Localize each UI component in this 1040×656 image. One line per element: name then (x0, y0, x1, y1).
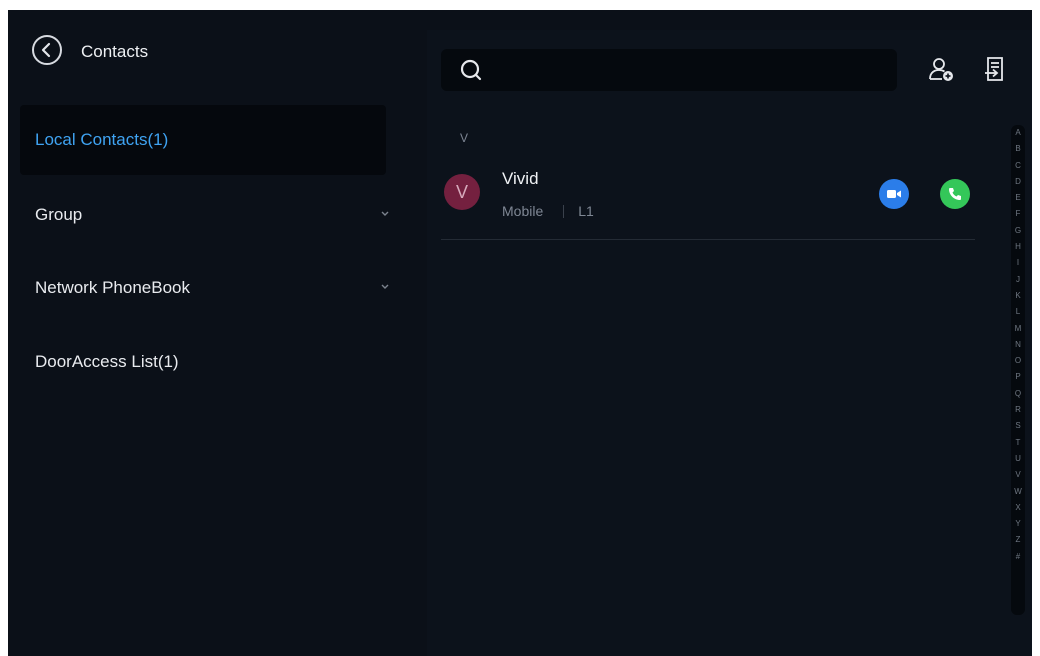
chevron-down-icon (381, 211, 389, 216)
alphabet-index-letter[interactable]: Z (1011, 532, 1025, 548)
alphabet-index-letter[interactable]: D (1011, 174, 1025, 190)
sidebar-item-label: DoorAccess List(1) (35, 352, 179, 371)
alphabet-index-letter[interactable]: L (1011, 304, 1025, 320)
contacts-screen: Contacts Local Contacts(1) Group Network… (8, 10, 1032, 656)
audio-call-button[interactable] (940, 179, 970, 209)
contact-line: L1 (578, 203, 594, 219)
contact-row[interactable]: V Vivid Mobile L1 (441, 160, 975, 240)
left-panel: Contacts Local Contacts(1) Group Network… (8, 10, 407, 656)
contact-number-type: Mobile (502, 203, 544, 219)
alphabet-index-letter[interactable]: # (1011, 549, 1025, 565)
alphabet-index-letter[interactable]: Q (1011, 386, 1025, 402)
alphabet-index-letter[interactable]: G (1011, 223, 1025, 239)
alphabet-index-letter[interactable]: Y (1011, 516, 1025, 532)
alphabet-index[interactable]: A B C D E F G H I J K L M N O P Q R S T U V W X Y Z # (1011, 125, 1025, 615)
video-call-button[interactable] (879, 179, 909, 209)
sidebar-item-local-contacts[interactable]: Local Contacts(1) (20, 105, 386, 175)
section-letter: V (460, 131, 469, 145)
alphabet-index-letter[interactable]: N (1011, 337, 1025, 353)
alphabet-index-letter[interactable]: H (1011, 239, 1025, 255)
alphabet-index-letter[interactable]: K (1011, 288, 1025, 304)
contact-meta: Mobile L1 (502, 203, 594, 219)
alphabet-index-letter[interactable]: F (1011, 206, 1025, 222)
alphabet-index-letter[interactable]: I (1011, 255, 1025, 271)
alphabet-index-letter[interactable]: P (1011, 369, 1025, 385)
search-bar[interactable] (441, 49, 897, 91)
sidebar-item-network-phonebook[interactable]: Network PhoneBook (20, 253, 389, 323)
alphabet-index-letter[interactable]: U (1011, 451, 1025, 467)
alphabet-index-letter[interactable]: W (1011, 484, 1025, 500)
sidebar-item-label: Local Contacts(1) (35, 130, 169, 149)
sidebar-item-label: Group (35, 205, 83, 224)
import-contacts-button[interactable] (980, 54, 1010, 84)
alphabet-index-letter[interactable]: V (1011, 467, 1025, 483)
alphabet-index-letter[interactable]: T (1011, 435, 1025, 451)
sidebar-item-dooraccess-list[interactable]: DoorAccess List(1) (20, 327, 386, 397)
video-camera-icon (887, 190, 901, 198)
alphabet-index-letter[interactable]: B (1011, 141, 1025, 157)
phone-icon (949, 188, 961, 200)
sidebar-item-label: Network PhoneBook (35, 278, 190, 297)
import-icon (985, 57, 1003, 81)
alphabet-index-letter[interactable]: E (1011, 190, 1025, 206)
search-input[interactable] (493, 55, 887, 87)
alphabet-index-letter[interactable]: X (1011, 500, 1025, 516)
header: Contacts (8, 10, 407, 94)
alphabet-index-letter[interactable]: O (1011, 353, 1025, 369)
chevron-down-icon (381, 284, 389, 289)
search-icon (460, 59, 482, 81)
alphabet-index-letter[interactable]: A (1011, 125, 1025, 141)
avatar: V (444, 174, 480, 210)
contact-name: Vivid (502, 169, 539, 188)
right-panel: V V Vivid Mobile L1 ABCDEFGHIJKLMNOPQRSTU… (427, 30, 1032, 656)
page-title: Contacts (81, 42, 149, 61)
alphabet-index-letter[interactable]: C (1011, 158, 1025, 174)
alphabet-index-letter[interactable]: R (1011, 402, 1025, 418)
alphabet-index-letter[interactable]: J (1011, 272, 1025, 288)
alphabet-index-letter[interactable]: M (1011, 321, 1025, 337)
back-button[interactable] (32, 35, 62, 65)
add-contact-button[interactable] (927, 54, 957, 84)
add-contact-icon (929, 58, 953, 81)
row-divider (441, 239, 975, 240)
sidebar-item-group[interactable]: Group (20, 180, 389, 250)
divider (563, 205, 565, 218)
alphabet-index-letter[interactable]: S (1011, 418, 1025, 434)
chevron-left-icon (41, 42, 51, 58)
